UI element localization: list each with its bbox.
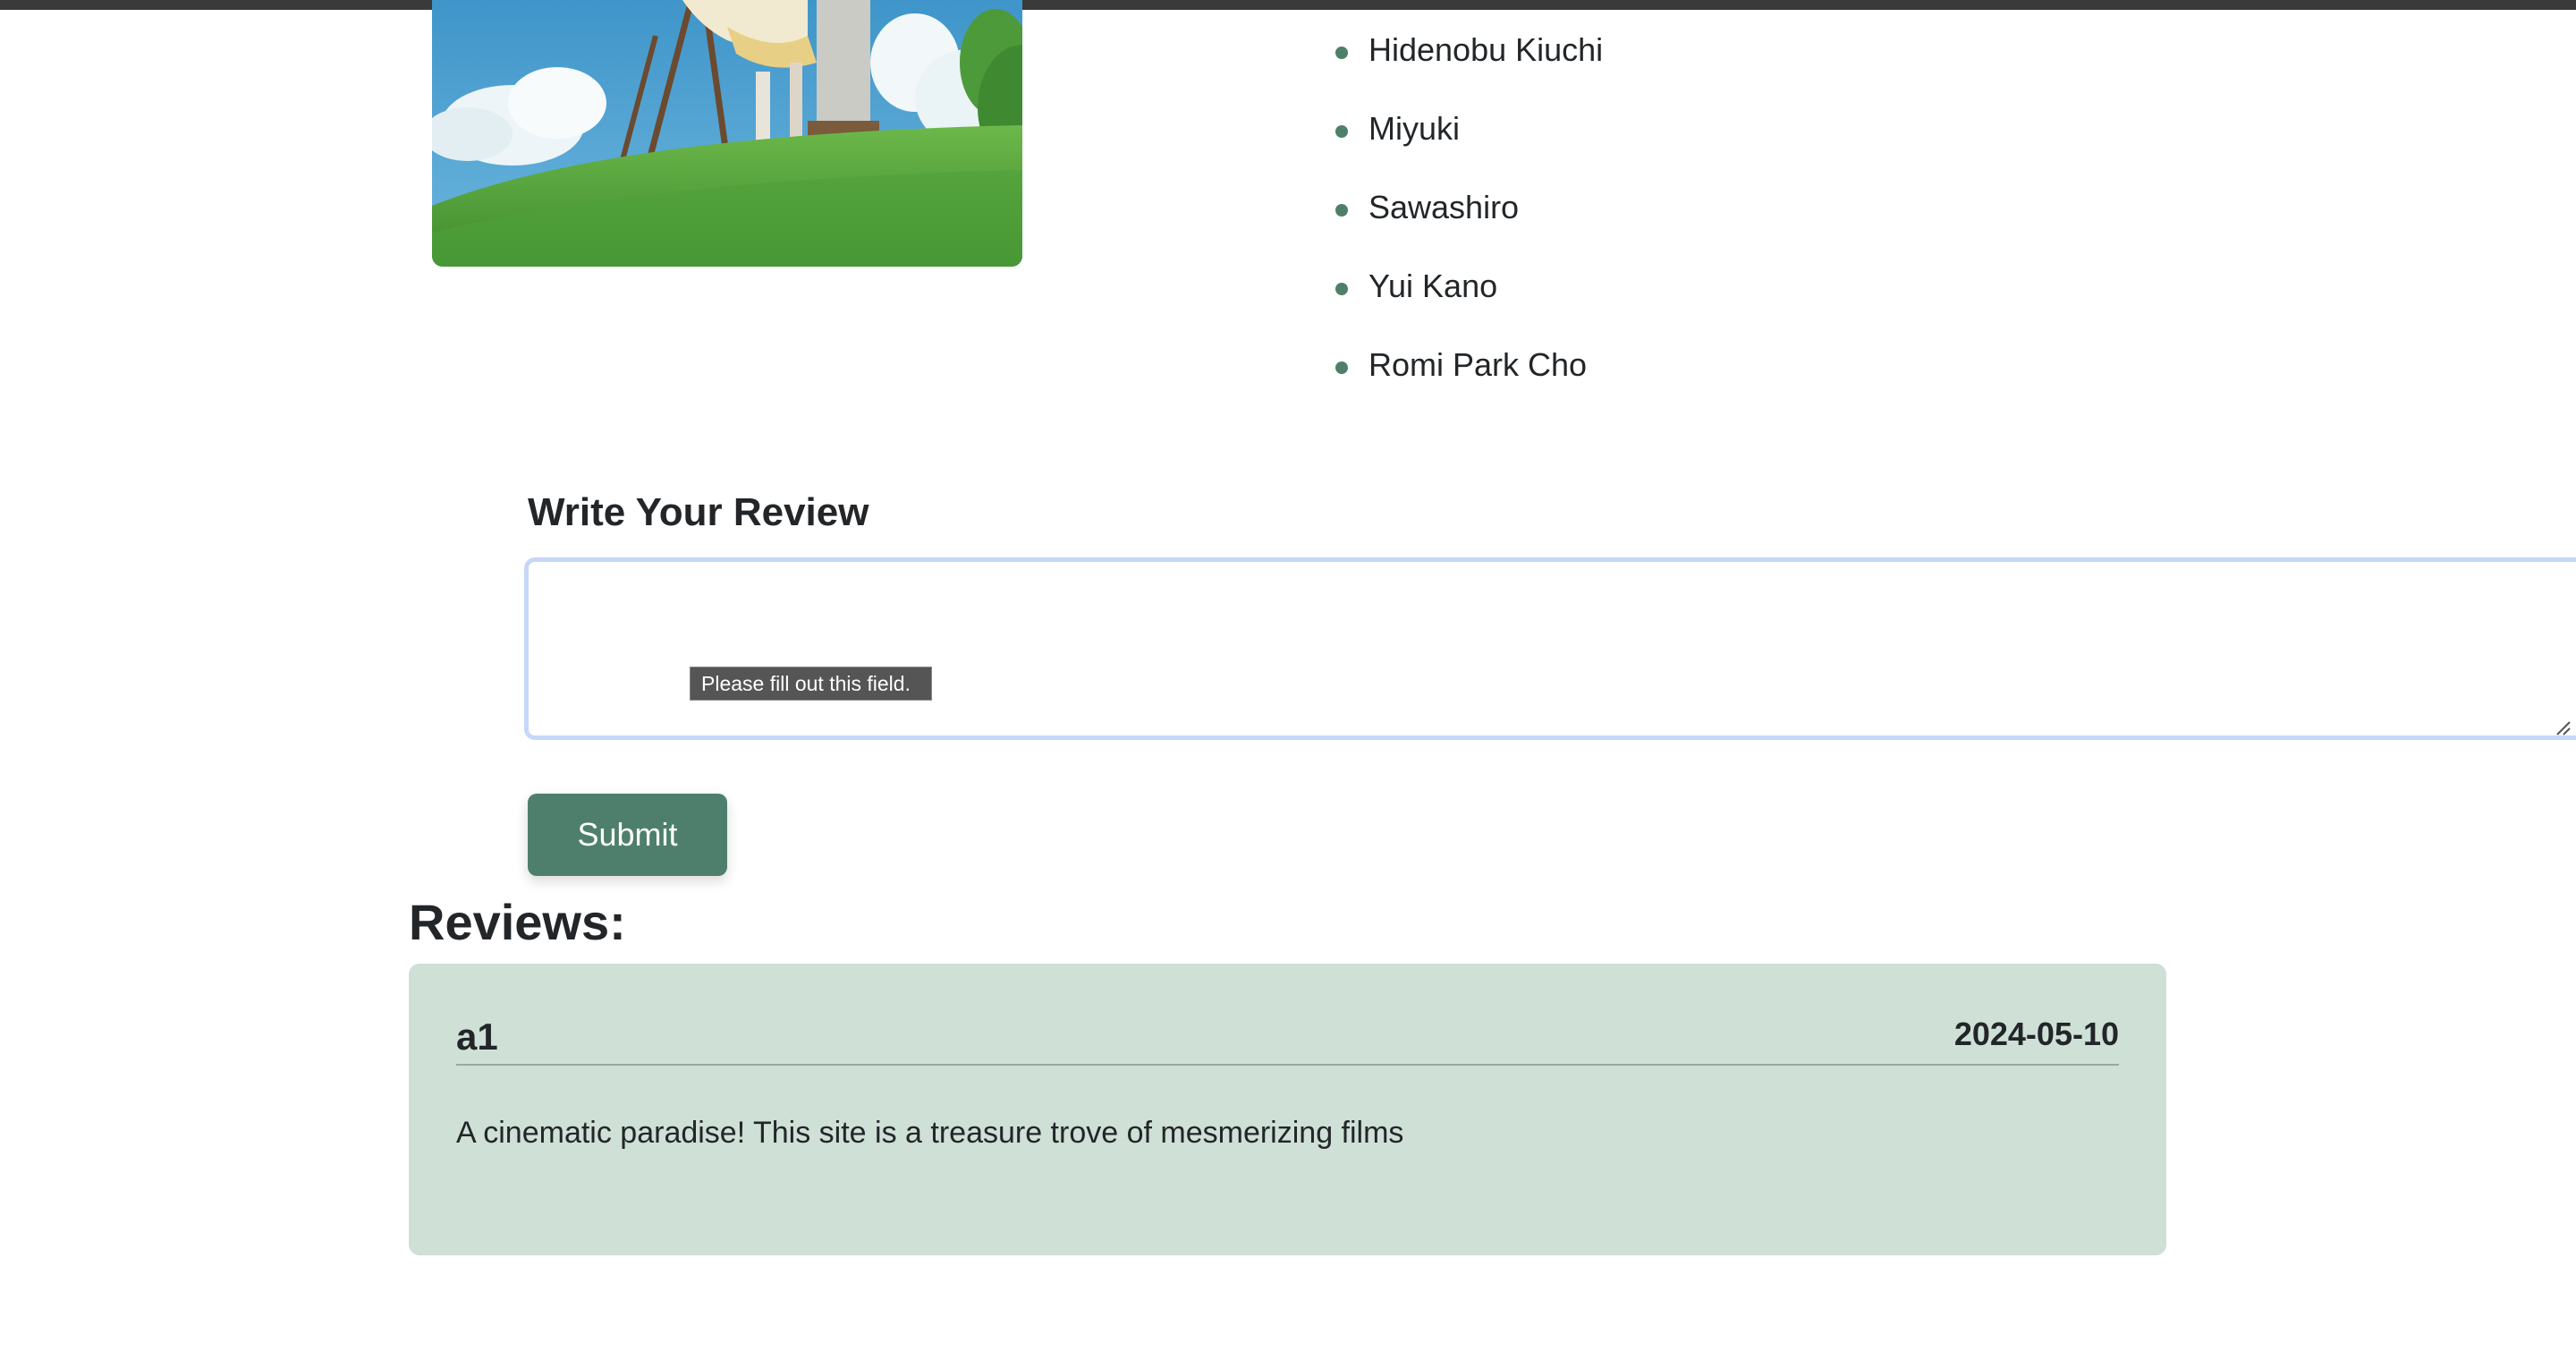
bullet-icon [1335, 204, 1348, 217]
review-divider [456, 1064, 2119, 1066]
cast-member-name: Sawashiro [1368, 189, 1520, 225]
review-textarea[interactable] [524, 557, 2576, 740]
cast-list: Hidenobu Kiuchi Miyuki Sawashiro Yui Kan… [1333, 18, 1603, 412]
validation-tooltip: Please fill out this field. [690, 667, 932, 701]
bullet-icon [1335, 361, 1348, 374]
submit-button[interactable]: Submit [528, 794, 727, 876]
cast-member-name: Romi Park Cho [1368, 346, 1588, 383]
cast-member-name: Yui Kano [1368, 268, 1498, 304]
bullet-icon [1335, 125, 1348, 138]
bullet-icon [1335, 47, 1348, 59]
cast-list-item: Yui Kano [1333, 254, 1603, 333]
bullet-icon [1335, 283, 1348, 295]
cast-list-item: Hidenobu Kiuchi [1333, 18, 1603, 97]
review-card: a1 2024-05-10 A cinematic paradise! This… [409, 964, 2166, 1255]
cast-list-item: Miyuki [1333, 97, 1603, 175]
review-username: a1 [456, 1016, 498, 1058]
cast-list-item: Sawashiro [1333, 175, 1603, 254]
reviews-title: Reviews: [409, 894, 626, 950]
review-date: 2024-05-10 [1953, 1016, 2119, 1052]
top-bar [0, 0, 2576, 10]
resize-handle-icon[interactable] [2554, 718, 2572, 736]
movie-poster-image [432, 0, 1022, 267]
cast-list-item: Romi Park Cho [1333, 333, 1603, 412]
review-form-heading: Write Your Review [528, 490, 869, 534]
cast-member-name: Miyuki [1368, 110, 1461, 147]
cast-member-name: Hidenobu Kiuchi [1368, 31, 1604, 68]
review-text: A cinematic paradise! This site is a tre… [456, 1116, 1404, 1150]
